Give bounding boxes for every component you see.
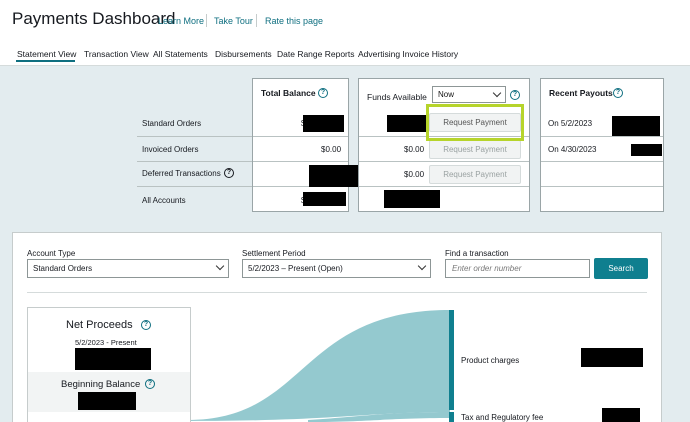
total-balance-title: Total Balance	[261, 88, 316, 98]
row-divider	[359, 161, 529, 162]
tab-date-range-reports[interactable]: Date Range Reports	[277, 49, 355, 59]
info-icon[interactable]: ?	[510, 90, 520, 100]
sankey-node-tax	[449, 412, 454, 422]
info-icon[interactable]: ?	[224, 168, 234, 178]
highlight-box	[426, 104, 524, 141]
chevron-down-icon	[492, 88, 502, 98]
sankey-flow	[188, 310, 450, 422]
row-divider	[253, 136, 348, 137]
redacted-amount	[631, 144, 662, 156]
row-label-invoiced-orders: Invoiced Orders	[142, 145, 199, 154]
sankey-label-product-charges: Product charges	[461, 356, 520, 365]
info-icon[interactable]: ?	[318, 88, 328, 98]
redacted-amount	[303, 115, 344, 132]
net-proceeds-title: Net Proceeds	[66, 319, 133, 331]
sankey-flow-product	[188, 310, 450, 421]
row-divider	[541, 136, 663, 137]
info-icon[interactable]: ?	[613, 88, 623, 98]
tab-advertising-invoice-history[interactable]: Advertising Invoice History	[358, 49, 458, 59]
settlement-period-value: 5/2/2023 – Present (Open)	[248, 264, 343, 273]
link-separator	[206, 14, 207, 27]
tab-disbursements[interactable]: Disbursements	[215, 49, 272, 59]
funds-period-value: Now	[438, 90, 455, 99]
row-divider	[137, 136, 254, 137]
invoiced-orders-total: $0.00	[321, 145, 342, 154]
take-tour-link[interactable]: Take Tour	[214, 16, 253, 26]
tab-statement-view[interactable]: Statement View	[17, 49, 76, 59]
recent-payouts-title: Recent Payouts	[549, 88, 613, 98]
redacted-amount	[387, 115, 429, 132]
order-number-input[interactable]: Enter order number	[445, 259, 590, 278]
chevron-down-icon	[417, 261, 427, 271]
invoiced-orders-funds: $0.00	[404, 145, 425, 154]
deferred-funds: $0.00	[404, 170, 425, 179]
active-tab-indicator	[16, 60, 75, 62]
payout-date: On 5/2/2023	[548, 119, 593, 128]
beginning-balance-title: Beginning Balance	[61, 379, 141, 390]
row-label-standard-orders: Standard Orders	[142, 119, 202, 128]
row-divider	[253, 161, 348, 162]
row-label-deferred-transactions: Deferred Transactions	[142, 169, 221, 178]
redacted-amount	[612, 116, 660, 136]
sankey-node-product	[449, 310, 454, 410]
info-icon[interactable]: ?	[145, 379, 155, 389]
account-type-label: Account Type	[27, 249, 76, 258]
tab-all-statements[interactable]: All Statements	[153, 49, 208, 59]
payout-date: On 4/30/2023	[548, 145, 597, 154]
request-payment-button-disabled[interactable]: Request Payment	[429, 140, 521, 159]
tab-transaction-view[interactable]: Transaction View	[84, 49, 149, 59]
rate-page-link[interactable]: Rate this page	[265, 16, 323, 26]
learn-more-link[interactable]: Learn More	[158, 16, 204, 26]
info-icon[interactable]: ?	[141, 320, 151, 330]
redacted-amount	[309, 165, 358, 187]
page-header: Payments Dashboard Learn More Take Tour …	[0, 0, 690, 66]
funds-available-title: Funds Available	[367, 92, 427, 102]
find-transaction-label: Find a transaction	[445, 249, 509, 258]
search-button[interactable]: Search	[594, 258, 648, 279]
settlement-period-select[interactable]: 5/2/2023 – Present (Open)	[242, 259, 431, 278]
page-title: Payments Dashboard	[12, 9, 176, 28]
account-type-select[interactable]: Standard Orders	[27, 259, 229, 278]
link-separator	[256, 14, 257, 27]
redacted-amount	[75, 348, 151, 370]
funds-period-select[interactable]: Now	[432, 86, 506, 103]
request-payment-button-disabled[interactable]: Request Payment	[429, 165, 521, 184]
row-label-all-accounts: All Accounts	[142, 196, 186, 205]
chevron-down-icon	[215, 261, 225, 271]
row-divider	[137, 186, 254, 187]
net-proceeds-period: 5/2/2023 - Present	[75, 338, 137, 347]
redacted-amount	[384, 190, 440, 208]
account-type-value: Standard Orders	[33, 264, 93, 273]
row-divider	[541, 186, 663, 187]
sankey-label-tax-fee: Tax and Regulatory fee	[461, 413, 544, 422]
row-divider	[359, 186, 529, 187]
redacted-amount	[581, 348, 643, 367]
redacted-amount	[78, 392, 136, 410]
redacted-amount	[303, 192, 346, 206]
row-divider	[137, 161, 254, 162]
settlement-period-label: Settlement Period	[242, 249, 306, 258]
redacted-amount	[602, 408, 640, 422]
row-divider	[541, 161, 663, 162]
section-divider	[27, 292, 647, 293]
